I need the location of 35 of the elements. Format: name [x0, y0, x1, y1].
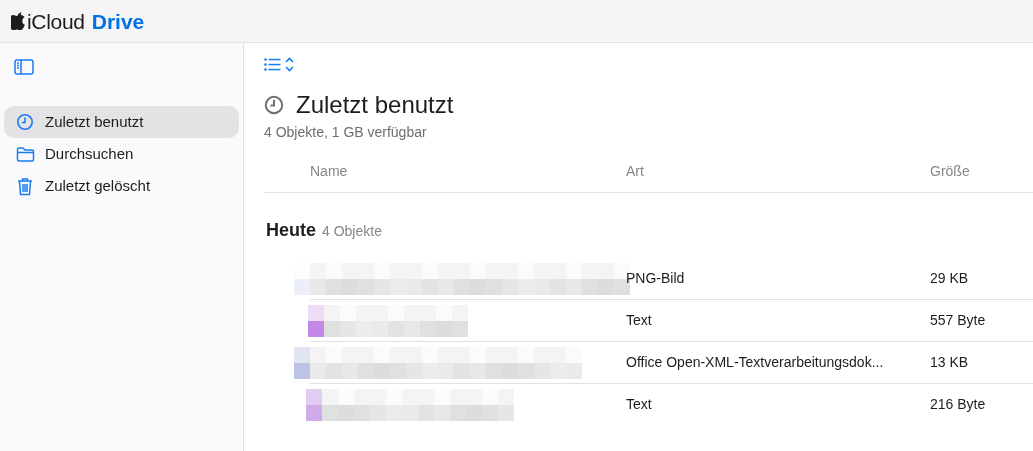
page-subtitle: 4 Objekte, 1 GB verfügbar	[264, 123, 428, 142]
product-name: Drive	[91, 10, 145, 32]
clock-icon	[264, 95, 284, 115]
sidebar-item[interactable]: Zuletzt gelöscht	[4, 170, 239, 202]
sidebar-item-label: Zuletzt gelöscht	[45, 175, 151, 196]
list-icon	[264, 57, 281, 71]
list-view-button[interactable]	[264, 54, 294, 74]
file-row[interactable]: PNG-Bild 29 KB	[264, 258, 1033, 299]
sidebar-item[interactable]: Zuletzt benutzt	[4, 106, 239, 138]
column-header[interactable]: Größe	[930, 161, 1033, 182]
group-count: 4 Objekte	[322, 222, 382, 241]
file-type: Text	[626, 395, 653, 414]
file-type: PNG-Bild	[626, 269, 686, 288]
file-type: Text	[626, 311, 653, 330]
sidebar-item[interactable]: Durchsuchen	[4, 138, 239, 170]
file-size: 216 Byte	[930, 395, 987, 414]
trash-icon	[17, 176, 33, 196]
file-row[interactable]: Office Open-XML-Textverarbeitungsdok... 13 KB	[264, 342, 1033, 383]
clock-icon	[16, 113, 34, 131]
page-title: Zuletzt benutzt	[296, 93, 454, 117]
folder-icon	[15, 146, 35, 162]
file-type: Office Open-XML-Textverarbeitungsdok...	[626, 353, 885, 372]
sidebar-item-label: Durchsuchen	[45, 143, 134, 164]
column-header[interactable]: Name	[264, 161, 626, 182]
file-row[interactable]: Text 557 Byte	[264, 300, 1033, 341]
logo-icon	[11, 12, 26, 30]
file-size: 557 Byte	[930, 311, 987, 330]
file-size: 13 KB	[930, 353, 970, 372]
sidebar-item-label: Zuletzt benutzt	[45, 111, 144, 132]
brand-name: iCloud	[27, 10, 85, 32]
group-title: Heute	[266, 219, 316, 242]
column-header[interactable]: Art	[626, 161, 930, 182]
file-size: 29 KB	[930, 269, 970, 288]
file-row[interactable]: Text 216 Byte	[264, 384, 1033, 425]
chevron-up-down-icon	[285, 56, 294, 72]
